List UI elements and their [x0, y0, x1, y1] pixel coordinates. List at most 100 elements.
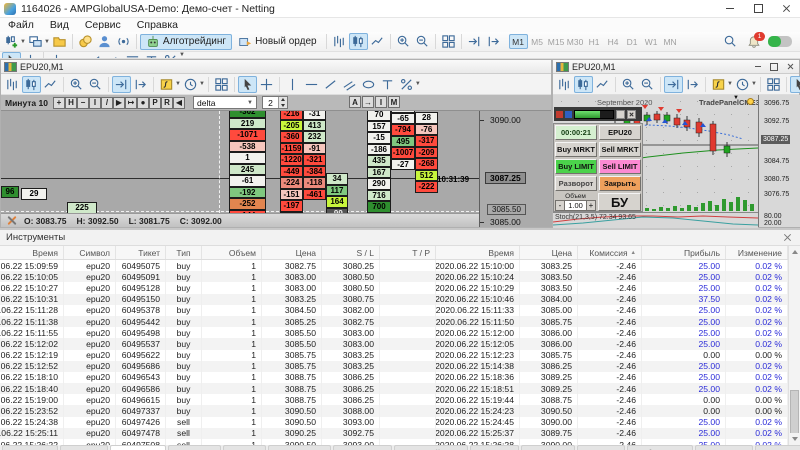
candles-icon[interactable]: [349, 33, 368, 50]
tab-новости[interactable]: Новости: [168, 445, 221, 450]
cluster-button[interactable]: R: [161, 97, 173, 109]
tab-торговля[interactable]: Торговля: [2, 445, 58, 450]
notifications-button[interactable]: 1: [747, 35, 761, 49]
right-chart-title-bar[interactable]: EPU20,M1: [553, 60, 799, 74]
vline-icon[interactable]: [47, 52, 66, 59]
right-price-axis[interactable]: 3096.753092.753088.753084.753080.753076.…: [758, 95, 800, 227]
tab-библиотека[interactable]: Библиотека: [627, 445, 693, 450]
cluster-button[interactable]: P: [149, 97, 161, 109]
cluster-corner-button[interactable]: M: [388, 96, 400, 108]
history-table-header[interactable]: ВремяСимволТикетТипОбъемЦенаS / LT / PВр…: [0, 246, 788, 260]
cluster-button[interactable]: ◀: [173, 97, 185, 109]
percent-icon[interactable]: [161, 52, 180, 59]
percent-icon[interactable]: [397, 76, 416, 93]
sell-market-button[interactable]: Sell MRKT: [599, 142, 641, 157]
shift-icon[interactable]: [484, 33, 503, 50]
table-row[interactable]: 2020.06.22 15:23:52epu2060497337buy13090…: [0, 405, 788, 416]
cluster-button[interactable]: +: [53, 97, 65, 109]
text-icon[interactable]: [142, 52, 161, 59]
menu-сервис[interactable]: Сервис: [77, 19, 129, 31]
volume-input[interactable]: 1.00: [565, 200, 586, 211]
volume-plus-button[interactable]: +: [586, 200, 596, 211]
tab-эксперты[interactable]: Эксперты: [695, 445, 753, 450]
table-row[interactable]: 2020.06.22 15:18:40epu2060496586buy13088…: [0, 383, 788, 394]
coins-icon[interactable]: [76, 33, 95, 50]
crosshair-icon[interactable]: [21, 52, 40, 59]
scroll-up-button[interactable]: [789, 246, 800, 258]
column-header[interactable]: S / L: [322, 246, 380, 259]
column-header[interactable]: Тип: [166, 246, 202, 259]
folder-icon[interactable]: [50, 33, 69, 50]
timeframe-h1[interactable]: H1: [585, 34, 604, 49]
chevron-down-icon[interactable]: ▼: [199, 81, 205, 87]
candles-icon[interactable]: [22, 76, 41, 93]
zoomin-icon[interactable]: [394, 33, 413, 50]
table-row[interactable]: 2020.06.22 15:10:05epu2060495091buy13083…: [0, 271, 788, 282]
minimize-button[interactable]: [716, 0, 744, 18]
autoscroll-icon[interactable]: [664, 76, 683, 93]
cluster-button[interactable]: I: [89, 97, 101, 109]
chevron-down-icon[interactable]: ▼: [179, 52, 185, 58]
table-row[interactable]: 2020.06.22 15:24:38epu2060497426sell1309…: [0, 417, 788, 428]
cluster-button[interactable]: ↦: [125, 97, 137, 109]
profile-icon[interactable]: [26, 33, 45, 50]
channel-icon[interactable]: [340, 76, 359, 93]
autoscroll-icon[interactable]: [465, 33, 484, 50]
table-row[interactable]: 2020.06.22 15:12:52epu2060495686buy13085…: [0, 361, 788, 372]
buy-market-button[interactable]: Buy MRKT: [555, 142, 597, 157]
trade-chart-canvas[interactable]: September 2020 ▼ TradePanelCME3 00:00:21…: [553, 95, 758, 212]
close-button[interactable]: [772, 0, 800, 18]
tab-компания[interactable]: Компания: [333, 445, 392, 450]
table-row[interactable]: 2020.06.22 15:19:00epu2060496615buy13088…: [0, 394, 788, 405]
bars-icon[interactable]: [330, 33, 349, 50]
cluster-chart-canvas[interactable]: -302219-1071-5381245-61-192-252-144-216-…: [1, 111, 479, 213]
column-header[interactable]: Тикет: [116, 246, 166, 259]
timeframe-d1[interactable]: D1: [623, 34, 642, 49]
volume-minus-button[interactable]: -: [555, 200, 565, 211]
column-header[interactable]: Изменение: [726, 246, 788, 259]
autoscroll-icon[interactable]: [112, 76, 131, 93]
tile-icon[interactable]: [764, 76, 783, 93]
chart-close-button[interactable]: [783, 62, 797, 72]
new-order-button[interactable]: Новый ордер: [232, 34, 323, 50]
channel-icon[interactable]: [104, 52, 123, 59]
tab-почта[interactable]: Почта: [223, 445, 267, 450]
signal-icon[interactable]: [114, 33, 133, 50]
cluster-button[interactable]: ●: [137, 97, 149, 109]
symbol-button[interactable]: EPU20: [599, 125, 641, 140]
column-header[interactable]: Время: [436, 246, 520, 259]
shift-icon[interactable]: [131, 76, 150, 93]
table-row[interactable]: 2020.06.22 15:11:28epu2060495378buy13084…: [0, 305, 788, 316]
bars-icon[interactable]: [555, 76, 574, 93]
breakeven-button[interactable]: БУ: [598, 193, 641, 211]
clock-icon[interactable]: [733, 76, 752, 93]
line-icon[interactable]: [368, 33, 387, 50]
search-icon[interactable]: [721, 33, 740, 50]
fibo-icon[interactable]: [123, 52, 142, 59]
cluster-mode-select[interactable]: delta ▼: [193, 96, 257, 109]
column-header[interactable]: Объем: [202, 246, 262, 259]
tab-активы[interactable]: Активы: [60, 445, 109, 450]
left-price-axis[interactable]: 3090.00 3087.25 3085.50 3085.00: [479, 111, 552, 227]
cursor-icon[interactable]: [790, 76, 800, 93]
tab-сигналы[interactable]: Сигналы: [521, 445, 575, 450]
table-row[interactable]: 2020.06.22 15:11:55epu2060495498buy13085…: [0, 327, 788, 338]
cluster-button[interactable]: /: [101, 97, 113, 109]
chart-maximize-button[interactable]: [767, 62, 781, 72]
tile-icon[interactable]: [439, 33, 458, 50]
crosshair-icon[interactable]: [257, 76, 276, 93]
close-position-button[interactable]: Закрыть: [599, 176, 641, 191]
cluster-corner-button[interactable]: I: [375, 96, 387, 108]
strip-minimize-button[interactable]: [616, 110, 625, 119]
timeframe-m15[interactable]: M15: [547, 34, 566, 49]
cluster-button[interactable]: H: [65, 97, 77, 109]
table-row[interactable]: 2020.06.22 15:11:38epu2060495442buy13085…: [0, 316, 788, 327]
vertical-scrollbar[interactable]: [788, 246, 800, 445]
maximize-button[interactable]: [744, 0, 772, 18]
sell-limit-button[interactable]: Sell LIMIT: [599, 159, 641, 174]
timeframe-mn[interactable]: MN: [661, 34, 680, 49]
timeframe-m30[interactable]: M30: [566, 34, 585, 49]
column-header[interactable]: Время: [0, 246, 64, 259]
table-row[interactable]: 2020.06.22 15:12:02epu2060495537buy13085…: [0, 338, 788, 349]
zoomout-icon[interactable]: [413, 33, 432, 50]
